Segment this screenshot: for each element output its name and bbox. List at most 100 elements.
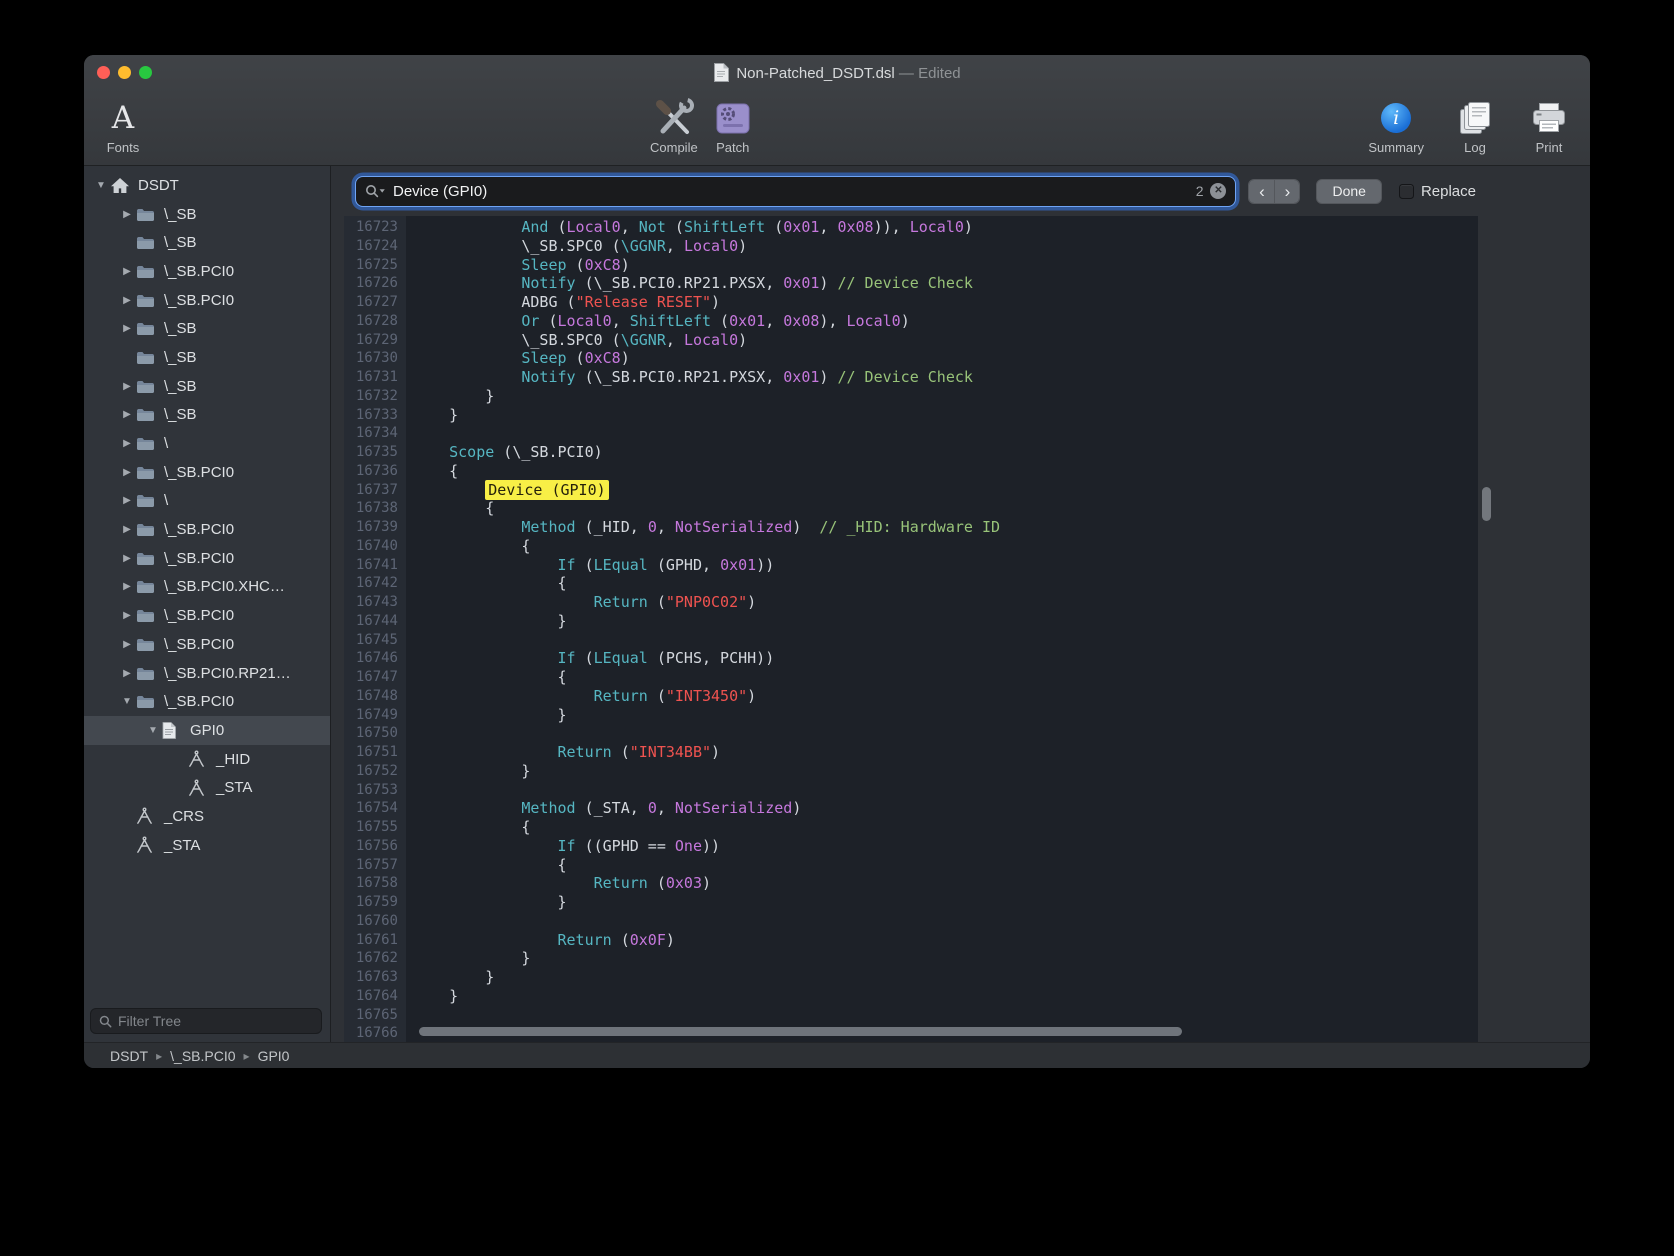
disclosure-right-icon[interactable]: ▶ [118, 610, 136, 621]
tree-item-dsdt-root[interactable]: ▼ DSDT [84, 171, 330, 200]
code-line-16742[interactable]: { [413, 574, 1478, 593]
code-line-16745[interactable] [413, 631, 1478, 650]
breadcrumb-gpi0[interactable]: GPI0 [258, 1048, 290, 1064]
disclosure-down-icon[interactable]: ▼ [118, 696, 136, 707]
tree-item-sb-pci0[interactable]: ▶\_SB.PCI0 [84, 601, 330, 630]
tree-item-root-scope[interactable]: ▶\ [84, 487, 330, 516]
tree-item-sb-pci0[interactable]: ▶\_SB.PCI0 [84, 286, 330, 315]
code-line-16740[interactable]: { [413, 537, 1478, 556]
code-line-16757[interactable]: { [413, 856, 1478, 875]
horizontal-scrollbar-thumb[interactable] [419, 1027, 1182, 1036]
search-input[interactable] [393, 183, 1188, 200]
patch-button[interactable]: Patch [710, 97, 756, 155]
code-line-16728[interactable]: Or (Local0, ShiftLeft (0x01, 0x08), Loca… [413, 312, 1478, 331]
tree-item-sb[interactable]: ▶\_SB [84, 372, 330, 401]
tree-item-sb-pci0[interactable]: ▶\_SB.PCI0 [84, 544, 330, 573]
code-line-16744[interactable]: } [413, 612, 1478, 631]
disclosure-right-icon[interactable]: ▶ [118, 209, 136, 220]
breadcrumb-dsdt[interactable]: DSDT [110, 1048, 148, 1064]
code-line-16734[interactable] [413, 424, 1478, 443]
search-field[interactable]: 2 ✕ [355, 176, 1236, 207]
code-line-16758[interactable]: Return (0x03) [413, 874, 1478, 893]
print-button[interactable]: Print [1526, 97, 1572, 155]
code-line-16741[interactable]: If (LEqual (GPHD, 0x01)) [413, 556, 1478, 575]
tree-item-sb[interactable]: ▶\_SB [84, 200, 330, 229]
code-line-16737[interactable]: Device (GPI0) [413, 481, 1478, 500]
code-line-16732[interactable]: } [413, 387, 1478, 406]
code-line-16730[interactable]: Sleep (0xC8) [413, 349, 1478, 368]
disclosure-right-icon[interactable]: ▶ [118, 409, 136, 420]
code-line-16762[interactable]: } [413, 949, 1478, 968]
disclosure-right-icon[interactable]: ▶ [118, 323, 136, 334]
tree-item-sb-pci0[interactable]: ▶\_SB.PCI0 [84, 630, 330, 659]
code-line-16759[interactable]: } [413, 893, 1478, 912]
tree-item-sb-pci0[interactable]: ▶\_SB.PCI0 [84, 515, 330, 544]
tree-item-root-scope[interactable]: ▶\ [84, 429, 330, 458]
disclosure-right-icon[interactable]: ▶ [118, 639, 136, 650]
disclosure-right-icon[interactable]: ▶ [118, 553, 136, 564]
code-line-16751[interactable]: Return ("INT34BB") [413, 743, 1478, 762]
find-next-button[interactable]: › [1274, 180, 1299, 203]
tree-item-gpi0[interactable]: ▼GPI0 [84, 716, 330, 745]
filter-tree-field[interactable] [90, 1008, 322, 1034]
code-line-16755[interactable]: { [413, 818, 1478, 837]
search-clear-button[interactable]: ✕ [1210, 183, 1226, 199]
code-line-16727[interactable]: ADBG ("Release RESET") [413, 293, 1478, 312]
code-line-16765[interactable] [413, 1006, 1478, 1025]
replace-checkbox[interactable] [1399, 184, 1414, 199]
disclosure-down-icon[interactable]: ▼ [92, 180, 110, 191]
tree-item-sta[interactable]: _STA [84, 773, 330, 802]
tree-item-sb-pci0-xhc[interactable]: ▶\_SB.PCI0.XHC… [84, 573, 330, 602]
tree-item-sb-pci0[interactable]: ▶\_SB.PCI0 [84, 257, 330, 286]
tree-item-sb[interactable]: ▶\_SB [84, 401, 330, 430]
done-button[interactable]: Done [1316, 179, 1381, 204]
code-line-16746[interactable]: If (LEqual (PCHS, PCHH)) [413, 649, 1478, 668]
disclosure-right-icon[interactable]: ▶ [118, 524, 136, 535]
code-line-16764[interactable]: } [413, 987, 1478, 1006]
code-line-16736[interactable]: { [413, 462, 1478, 481]
disclosure-right-icon[interactable]: ▶ [118, 438, 136, 449]
code-line-16756[interactable]: If ((GPHD == One)) [413, 837, 1478, 856]
code-line-16760[interactable] [413, 912, 1478, 931]
code-editor[interactable]: 1672316724167251672616727167281672916730… [344, 216, 1478, 1042]
code-line-16748[interactable]: Return ("INT3450") [413, 687, 1478, 706]
code-line-16753[interactable] [413, 781, 1478, 800]
code-line-16743[interactable]: Return ("PNP0C02") [413, 593, 1478, 612]
code-line-16724[interactable]: \_SB.SPC0 (\GGNR, Local0) [413, 237, 1478, 256]
code-line-16749[interactable]: } [413, 706, 1478, 725]
disclosure-right-icon[interactable]: ▶ [118, 668, 136, 679]
compile-button[interactable]: Compile [650, 97, 698, 155]
tree-item-crs[interactable]: _CRS [84, 802, 330, 831]
code-line-16750[interactable] [413, 724, 1478, 743]
tree-item-sb-pci0-rp21[interactable]: ▶\_SB.PCI0.RP21… [84, 659, 330, 688]
breadcrumb-sb-pci0[interactable]: \_SB.PCI0 [170, 1048, 235, 1064]
disclosure-right-icon[interactable]: ▶ [118, 581, 136, 592]
code-line-16752[interactable]: } [413, 762, 1478, 781]
fonts-button[interactable]: A Fonts [100, 97, 146, 155]
code-line-16738[interactable]: { [413, 499, 1478, 518]
disclosure-right-icon[interactable]: ▶ [118, 495, 136, 506]
code-line-16747[interactable]: { [413, 668, 1478, 687]
code-line-16735[interactable]: Scope (\_SB.PCI0) [413, 443, 1478, 462]
code-line-16729[interactable]: \_SB.SPC0 (\GGNR, Local0) [413, 331, 1478, 350]
code-lines[interactable]: And (Local0, Not (ShiftLeft (0x01, 0x08)… [406, 216, 1478, 1042]
code-line-16723[interactable]: And (Local0, Not (ShiftLeft (0x01, 0x08)… [413, 218, 1478, 237]
disclosure-right-icon[interactable]: ▶ [118, 266, 136, 277]
find-previous-button[interactable]: ‹ [1249, 180, 1274, 203]
summary-button[interactable]: i Summary [1368, 97, 1424, 155]
tree-item-sb[interactable]: ▶\_SB [84, 314, 330, 343]
disclosure-right-icon[interactable]: ▶ [118, 467, 136, 478]
tree-item-sb-pci0[interactable]: ▶\_SB.PCI0 [84, 458, 330, 487]
tree-item-sta[interactable]: _STA [84, 831, 330, 860]
tree-item-sb[interactable]: \_SB [84, 228, 330, 257]
code-line-16761[interactable]: Return (0x0F) [413, 931, 1478, 950]
code-line-16754[interactable]: Method (_STA, 0, NotSerialized) [413, 799, 1478, 818]
tree-item-sb-pci0[interactable]: ▼\_SB.PCI0 [84, 687, 330, 716]
code-line-16725[interactable]: Sleep (0xC8) [413, 256, 1478, 275]
code-line-16726[interactable]: Notify (\_SB.PCI0.RP21.PXSX, 0x01) // De… [413, 274, 1478, 293]
tree-item-hid[interactable]: _HID [84, 745, 330, 774]
vertical-scrollbar-thumb[interactable] [1482, 487, 1491, 521]
log-button[interactable]: Log [1452, 97, 1498, 155]
disclosure-right-icon[interactable]: ▶ [118, 295, 136, 306]
code-line-16763[interactable]: } [413, 968, 1478, 987]
